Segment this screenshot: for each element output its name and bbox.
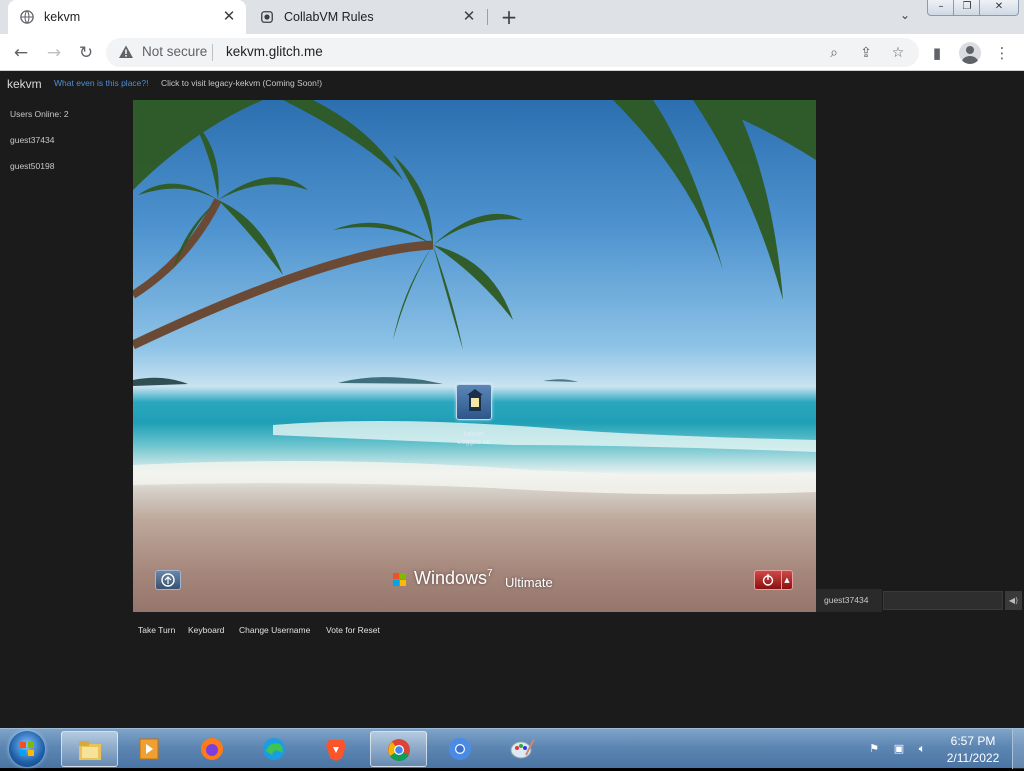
chromium-icon: [449, 738, 471, 760]
users-online-count: Users Online: 2: [10, 109, 69, 119]
close-tab-icon[interactable]: ✕: [460, 8, 478, 26]
what-is-this-link[interactable]: What even is this place?!: [54, 78, 149, 88]
action-center-flag-icon[interactable]: ⚑: [866, 741, 882, 757]
shutdown-button[interactable]: [754, 570, 782, 590]
tab-title: CollabVM Rules: [284, 10, 374, 24]
minimize-icon[interactable]: –: [927, 0, 955, 16]
user-list-item[interactable]: guest50198: [10, 161, 54, 171]
user-account-tile[interactable]: [456, 384, 492, 420]
back-arrow-icon[interactable]: ←: [9, 41, 33, 65]
start-button[interactable]: [9, 731, 45, 767]
change-username-button[interactable]: Change Username: [239, 625, 310, 635]
account-name: kekvm: [463, 431, 485, 438]
tab-kekvm[interactable]: kekvm ✕: [8, 0, 246, 34]
network-icon[interactable]: ▣: [891, 741, 907, 757]
tab-divider: [487, 9, 488, 25]
taskbar-paint[interactable]: [494, 731, 551, 767]
warning-icon: [119, 45, 133, 58]
address-bar[interactable]: Not secure kekvm.glitch.me ⌕ ⇪ ☆: [106, 38, 919, 67]
taskbar-firefox[interactable]: [184, 731, 241, 767]
windows-word: Windows: [414, 568, 488, 588]
speaker-icon[interactable]: ◀): [1005, 591, 1022, 610]
file-explorer-icon: [79, 741, 101, 760]
taskbar-edge[interactable]: [246, 731, 303, 767]
taskbar-brave[interactable]: [308, 731, 365, 767]
ease-of-access-icon[interactable]: [155, 570, 181, 590]
site-brand[interactable]: kekvm: [7, 77, 42, 91]
user-list-item[interactable]: guest37434: [10, 135, 54, 145]
brave-icon: [326, 740, 346, 761]
new-tab-icon[interactable]: +: [498, 6, 520, 28]
browser-toolbar: ← → ↻ Not secure kekvm.glitch.me ⌕ ⇪ ☆ ▮…: [0, 34, 1024, 71]
windows-taskbar: ⚑ ▣ 🔈︎ 6:57 PM 2/11/2022: [0, 728, 1024, 769]
chrome-icon: [388, 739, 410, 761]
take-turn-button[interactable]: Take Turn: [138, 625, 175, 635]
show-desktop-button[interactable]: [1012, 729, 1024, 769]
close-tab-icon[interactable]: ✕: [220, 8, 238, 26]
clock-time[interactable]: 6:57 PM: [945, 734, 1001, 748]
windows-edition: Ultimate: [505, 575, 553, 590]
taskbar-file-explorer[interactable]: [61, 731, 118, 767]
more-menu-icon[interactable]: ⋮: [991, 42, 1013, 64]
restore-icon[interactable]: ❐: [953, 0, 981, 16]
clock-date[interactable]: 2/11/2022: [945, 751, 1001, 765]
beach-wallpaper: [133, 100, 816, 495]
chat-username: guest37434: [816, 589, 882, 612]
windows-wordmark: Windows7: [414, 568, 493, 589]
page-content: kekvm What even is this place?! Click to…: [0, 71, 1024, 728]
account-status: Logged on: [457, 439, 491, 446]
zoom-icon[interactable]: ⌕: [825, 44, 843, 62]
power-icon: [762, 574, 774, 586]
tab-title: kekvm: [44, 10, 81, 24]
shutdown-options-arrow-icon[interactable]: ▲: [781, 570, 793, 590]
browser-tab-strip: kekvm ✕ CollabVM Rules ✕ + ⌄ – ❐ ✕: [0, 0, 1024, 34]
windows-version: 7: [487, 568, 493, 579]
user-account-label: kekvm Logged on: [445, 431, 503, 447]
volume-icon[interactable]: 🔈︎: [914, 741, 930, 757]
lantern-icon: [467, 389, 483, 411]
keyboard-button[interactable]: Keyboard: [188, 625, 224, 635]
forward-arrow-icon[interactable]: →: [42, 41, 66, 65]
taskbar-chromium[interactable]: [432, 731, 489, 767]
vm-screen[interactable]: kekvm Logged on Windows7 Ultimate ▲: [133, 100, 816, 612]
chat-input[interactable]: [883, 591, 1003, 610]
chevron-down-icon[interactable]: ⌄: [895, 8, 915, 26]
tab-collabvm-rules[interactable]: CollabVM Rules ✕: [248, 0, 486, 34]
legacy-kekvm-link[interactable]: Click to visit legacy-kekvm (Coming Soon…: [161, 78, 322, 88]
windows-orb-icon: [20, 742, 34, 756]
profile-avatar-icon[interactable]: [959, 42, 981, 64]
collabvm-icon: [261, 11, 273, 23]
firefox-icon: [201, 738, 223, 760]
reload-icon[interactable]: ↻: [74, 41, 98, 65]
bookmark-star-icon[interactable]: ☆: [889, 44, 907, 62]
security-status[interactable]: Not secure: [142, 44, 207, 59]
side-panel-icon[interactable]: ▮: [926, 42, 948, 64]
share-icon[interactable]: ⇪: [857, 44, 875, 62]
globe-icon: [20, 10, 34, 24]
url-divider: [212, 44, 213, 61]
taskbar-media-player[interactable]: [121, 731, 178, 767]
taskbar-chrome[interactable]: [370, 731, 427, 767]
edge-icon: [263, 738, 285, 760]
paint-icon: [510, 738, 535, 759]
windows-flag-icon: [393, 573, 406, 586]
close-window-icon[interactable]: ✕: [979, 0, 1019, 16]
media-player-icon: [139, 738, 159, 760]
url-text[interactable]: kekvm.glitch.me: [226, 44, 323, 59]
vote-reset-button[interactable]: Vote for Reset: [326, 625, 380, 635]
